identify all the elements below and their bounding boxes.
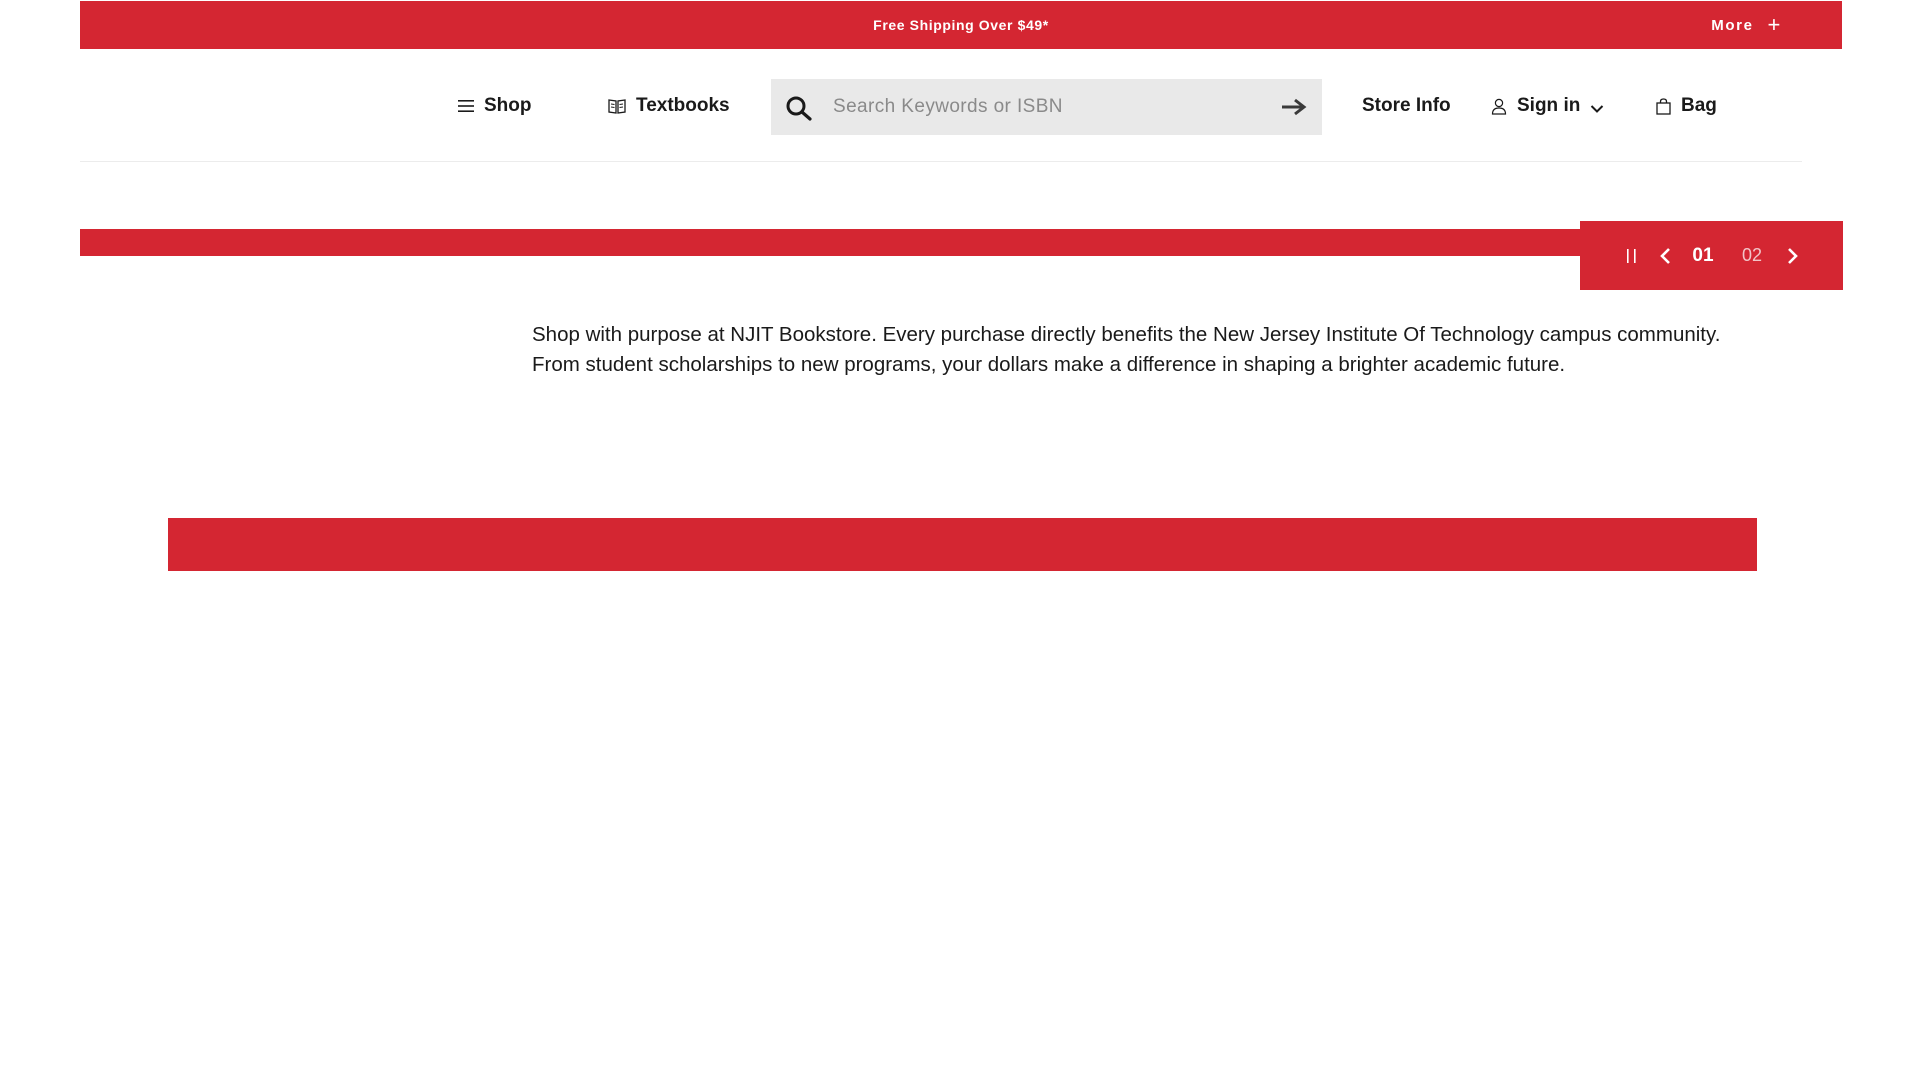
nav-shop-button[interactable]: Shop — [458, 90, 532, 122]
slide-indicator-next[interactable]: 02 — [1737, 221, 1767, 290]
nav-textbooks-label: Textbooks — [636, 95, 730, 116]
nav-store-info-label: Store Info — [1362, 95, 1451, 116]
search-box — [771, 79, 1322, 135]
nav-bag-button[interactable]: Bag — [1656, 90, 1717, 122]
previous-slide-button[interactable] — [1654, 221, 1676, 290]
store-description: Shop with purpose at NJIT Bookstore. Eve… — [532, 323, 1721, 376]
promo-more-label: More — [1711, 16, 1754, 34]
nav-textbooks-button[interactable]: Textbooks — [608, 90, 730, 122]
nav-sign-in-label: Sign in — [1517, 95, 1581, 116]
plus-icon: + — [1767, 12, 1782, 37]
chevron-left-icon — [1660, 247, 1670, 264]
user-icon — [1491, 98, 1507, 115]
open-book-icon — [608, 98, 626, 114]
promo-bar: Free Shipping Over $49* More + — [80, 1, 1842, 49]
search-icon[interactable] — [785, 95, 813, 126]
arrow-right-icon[interactable] — [1280, 95, 1308, 119]
nav-shop-label: Shop — [484, 95, 532, 116]
promo-more-button[interactable]: More + — [1711, 1, 1782, 49]
next-slide-button[interactable] — [1782, 221, 1804, 290]
carousel-banner[interactable] — [80, 229, 1580, 256]
search-input[interactable] — [831, 79, 1251, 135]
pause-icon — [1627, 248, 1636, 263]
chevron-down-icon — [1590, 98, 1604, 114]
nav-sign-in-button[interactable]: Sign in — [1491, 90, 1604, 122]
promo-banner[interactable] — [168, 518, 1757, 571]
chevron-right-icon — [1788, 247, 1798, 264]
nav-store-info-button[interactable]: Store Info — [1362, 90, 1451, 122]
promo-shipping-text[interactable]: Free Shipping Over $49* — [80, 1, 1842, 49]
nav-bag-label: Bag — [1681, 95, 1717, 116]
pause-button[interactable] — [1620, 221, 1644, 290]
hamburger-menu-icon — [458, 99, 474, 113]
carousel-controls: 01 02 — [1580, 221, 1843, 290]
shopping-bag-icon — [1656, 97, 1671, 115]
slide-indicator-current[interactable]: 01 — [1688, 221, 1718, 290]
